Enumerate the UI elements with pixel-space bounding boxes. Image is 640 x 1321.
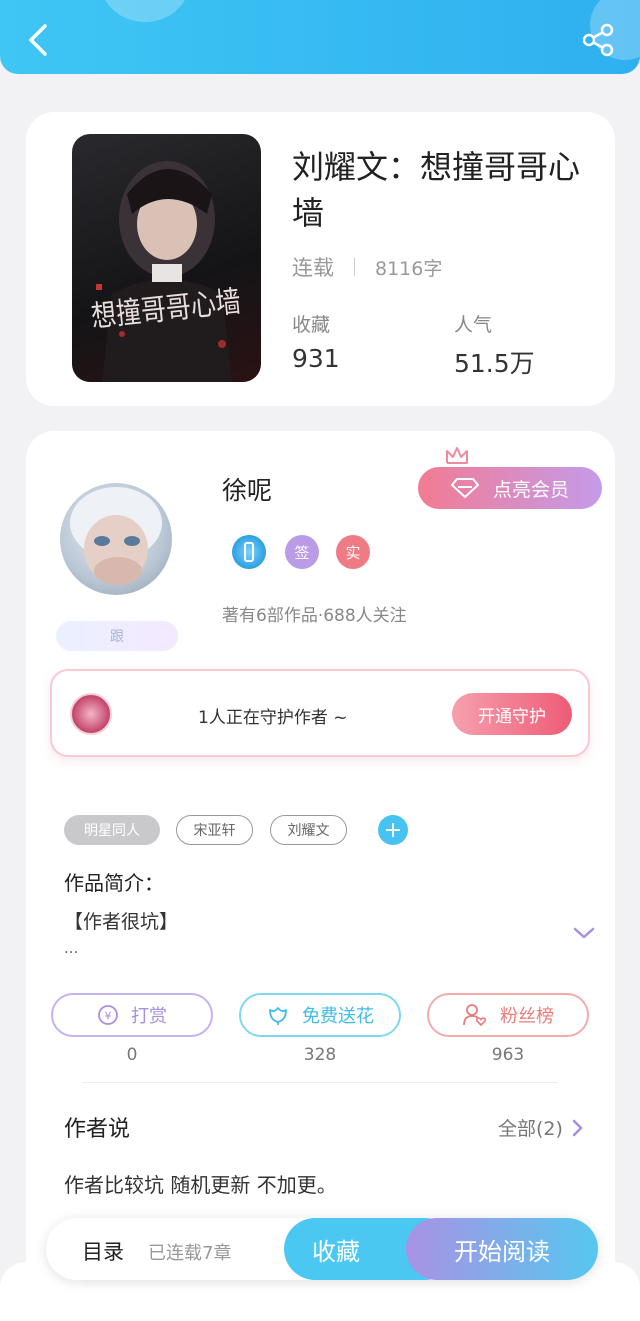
tag-character[interactable]: 刘耀文 — [270, 815, 347, 845]
vip-button[interactable]: 点亮会员 — [418, 467, 602, 509]
author-card: 跟 徐呢 点亮会员 签 实 著有6部作品·688人关注 1人正在守护作者 ~ 开… — [26, 431, 615, 1321]
level-badge-icon — [232, 535, 266, 569]
divider — [82, 1082, 558, 1083]
top-app-bar — [0, 0, 640, 74]
fan-count: 963 — [491, 1045, 525, 1065]
collect-value: 931 — [292, 344, 340, 373]
open-guard-button[interactable]: 开通守护 — [452, 693, 572, 735]
collect-label: 收藏 — [292, 314, 331, 336]
tip-count: 0 — [126, 1045, 138, 1065]
book-title: 刘耀文：想撞哥哥心墙 — [292, 148, 581, 232]
chevron-right-icon — [572, 1119, 583, 1136]
author-says-title: 作者说 — [64, 1117, 131, 1142]
signed-badge: 签 — [285, 535, 319, 569]
book-status-row: 连载 8116字 — [292, 252, 442, 282]
book-info-card: 想撞哥哥心墙 刘耀文：想撞哥哥心墙 连载 8116字 收藏 931 人气 51.… — [26, 112, 615, 406]
start-reading-button[interactable]: 开始阅读 — [406, 1218, 598, 1280]
chapter-count: 已连载7章 — [148, 1243, 232, 1264]
intro-title: 作品简介： — [64, 871, 164, 895]
tag-genre[interactable]: 明星同人 — [64, 815, 160, 845]
toc-button[interactable]: 目录 — [82, 1236, 124, 1266]
flower-count: 328 — [303, 1045, 337, 1065]
vip-button-label: 点亮会员 — [492, 478, 569, 501]
intro-body: 【作者很坑】 — [64, 911, 179, 933]
serial-status: 连载 — [292, 256, 334, 280]
start-reading-label: 开始阅读 — [454, 1237, 550, 1266]
guard-author-panel: 1人正在守护作者 ~ 开通守护 — [50, 669, 590, 757]
share-button[interactable] — [580, 22, 620, 62]
author-name[interactable]: 徐呢 — [222, 471, 272, 507]
author-says-all-label: 全部(2) — [498, 1118, 563, 1140]
user-heart-icon — [463, 1004, 487, 1027]
follow-label: 跟 — [110, 629, 124, 645]
fan-ranking-button[interactable]: 粉丝榜 — [427, 993, 589, 1037]
popularity-value: 51.5万 — [454, 349, 535, 378]
crown-icon — [446, 447, 468, 464]
guardian-avatar — [70, 693, 112, 735]
divider — [354, 258, 355, 276]
intro-ellipsis: ... — [64, 939, 79, 957]
book-cover[interactable]: 想撞哥哥心墙 — [72, 134, 261, 382]
send-flower-label: 免费送花 — [302, 1006, 374, 1027]
plus-icon: + — [383, 817, 403, 843]
follow-button[interactable]: 跟 — [56, 621, 178, 651]
yen-coin-icon: ¥ — [98, 1005, 118, 1025]
back-button[interactable] — [20, 20, 56, 60]
author-meta: 著有6部作品·688人关注 — [222, 606, 407, 626]
svg-text:¥: ¥ — [105, 1010, 112, 1023]
cover-art: 想撞哥哥心墙 — [90, 161, 242, 382]
word-count: 8116字 — [375, 257, 443, 280]
tip-label: 打赏 — [131, 1006, 167, 1027]
add-tag-button[interactable]: + — [378, 815, 408, 845]
tip-button[interactable]: ¥ 打赏 — [51, 993, 213, 1037]
add-to-shelf-label: 收藏 — [312, 1237, 360, 1266]
avatar-art — [70, 487, 162, 585]
author-says-body: 作者比较坑 随机更新 不加更。 — [64, 1173, 337, 1197]
chevron-left-icon — [29, 24, 47, 56]
diamond-icon — [450, 478, 479, 498]
chevron-down-icon[interactable] — [572, 925, 596, 941]
popularity-label: 人气 — [454, 314, 493, 336]
send-flower-button[interactable]: 免费送花 — [239, 993, 401, 1037]
author-says-all-link[interactable]: 全部(2) — [498, 1114, 583, 1141]
share-icon — [582, 23, 614, 57]
author-avatar[interactable] — [60, 483, 172, 595]
guard-text: 1人正在守护作者 ~ — [198, 708, 348, 728]
decor-bubble — [100, 0, 190, 22]
verified-badge: 实 — [336, 535, 370, 569]
flower-icon — [269, 1007, 287, 1025]
fan-ranking-label: 粉丝榜 — [500, 1006, 554, 1027]
tag-character[interactable]: 宋亚轩 — [176, 815, 253, 845]
bottom-action-bar: 目录 已连载7章 收藏 开始阅读 — [46, 1218, 598, 1280]
